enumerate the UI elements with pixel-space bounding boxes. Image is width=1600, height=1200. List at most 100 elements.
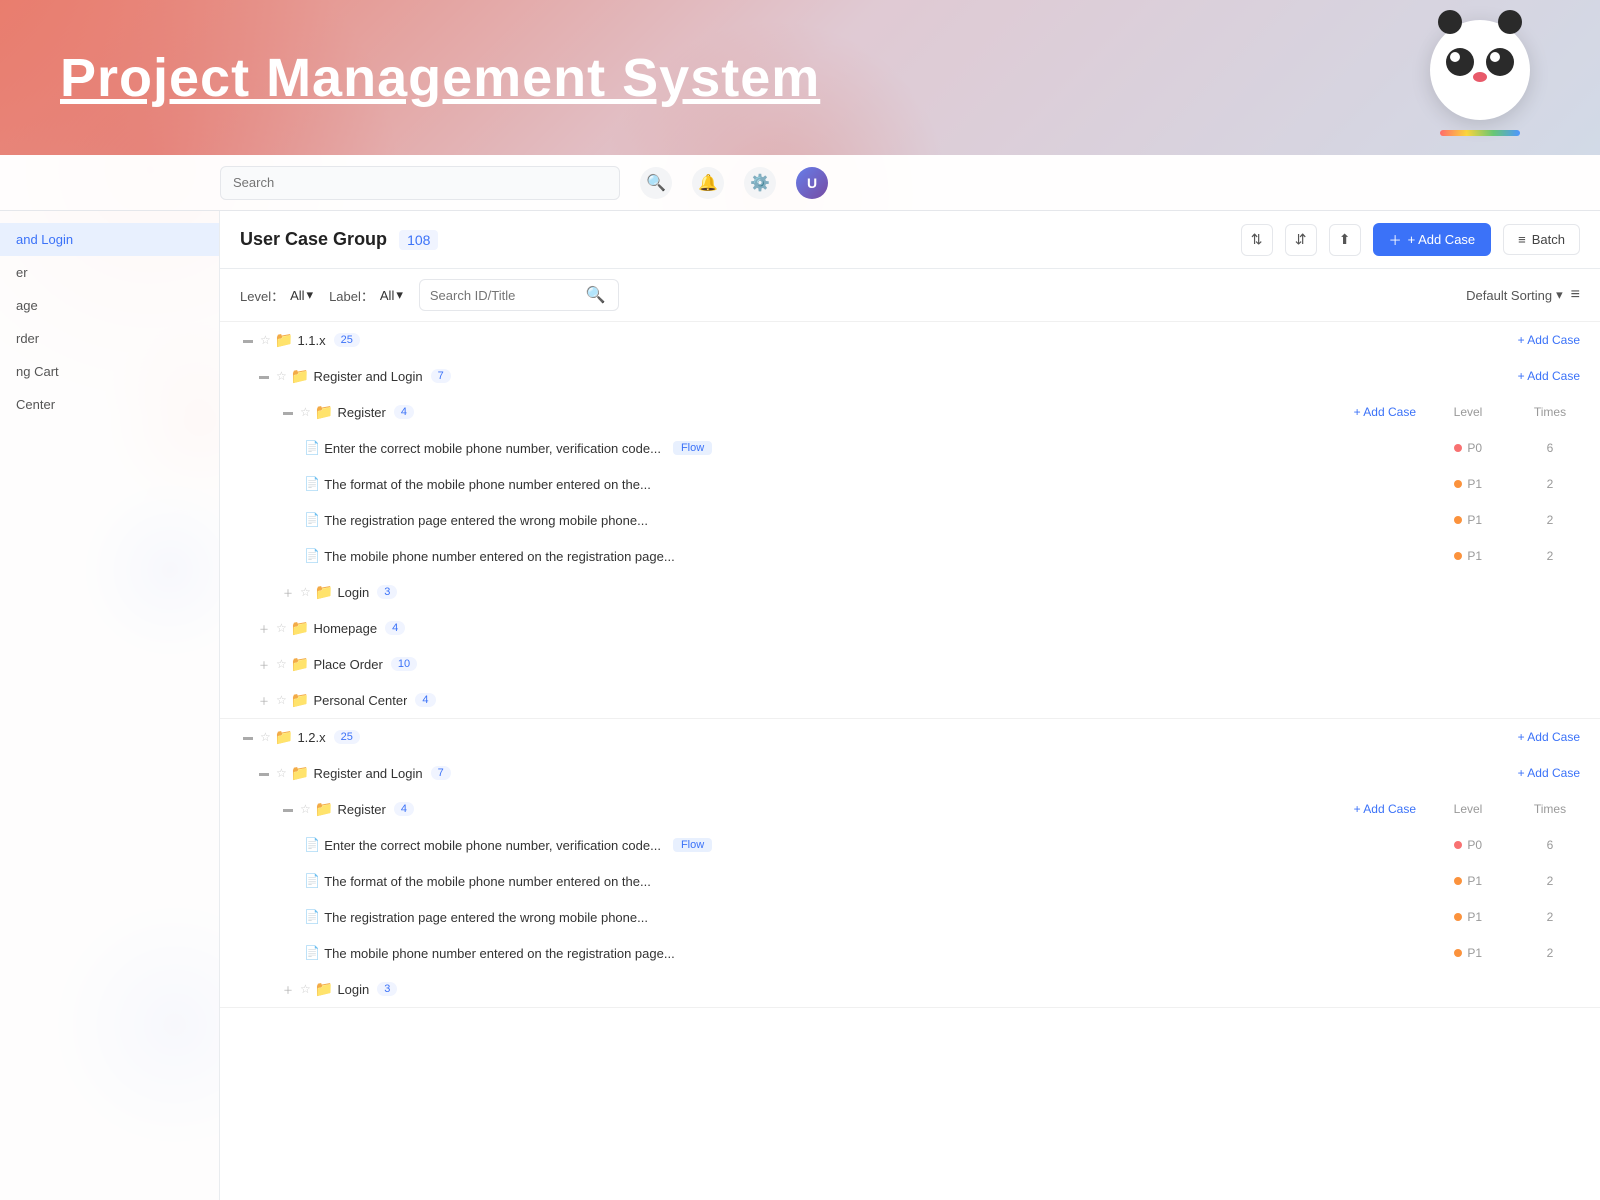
search-id-title-input[interactable] xyxy=(430,288,580,303)
add-case-rl2-btn[interactable]: + Add Case xyxy=(1518,766,1580,780)
level-filter: Level： All ▾ xyxy=(240,286,313,305)
case-label-7: The registration page entered the wrong … xyxy=(324,910,648,925)
priority-dot-4 xyxy=(1454,552,1462,560)
sidebar-item-2[interactable]: er xyxy=(0,256,219,289)
nav-search-input[interactable] xyxy=(220,166,620,200)
priority-dot-1 xyxy=(1454,444,1462,452)
login-label-1: Login xyxy=(337,585,369,600)
level-filter-select[interactable]: All ▾ xyxy=(290,287,313,303)
collapse-icon-2[interactable]: ▬ xyxy=(240,729,256,745)
file-icon-2: 📄 xyxy=(304,476,320,492)
collapse-all-button[interactable]: ⇅ xyxy=(1241,224,1273,256)
case-row-4[interactable]: 📄 The mobile phone number entered on the… xyxy=(220,538,1600,574)
file-icon-6: 📄 xyxy=(304,873,320,889)
personal-center-label-1: Personal Center xyxy=(313,693,407,708)
add-case-r-btn[interactable]: + Add Case xyxy=(1354,405,1416,419)
settings-icon[interactable]: ⚙️ xyxy=(744,167,776,199)
expand-icon-pc[interactable]: ＋ xyxy=(256,692,272,708)
register-row-1: ▬ ☆ 📁 Register 4 + Add Case Level Times xyxy=(220,394,1600,430)
priority-1: P0 xyxy=(1428,441,1508,455)
star-icon[interactable]: ☆ xyxy=(260,333,271,347)
expand-icon-hp[interactable]: ＋ xyxy=(256,620,272,636)
file-icon-4: 📄 xyxy=(304,548,320,564)
expand-all-button[interactable]: ⇵ xyxy=(1285,224,1317,256)
times-3: 2 xyxy=(1520,513,1580,527)
star-icon-r2[interactable]: ☆ xyxy=(300,802,311,816)
times-col-header: Times xyxy=(1520,405,1580,419)
sidebar-item-6[interactable]: Center xyxy=(0,388,219,421)
case-row-5[interactable]: 📄 Enter the correct mobile phone number,… xyxy=(220,827,1600,863)
register-label-1: Register xyxy=(337,405,385,420)
sidebar-item-3[interactable]: age xyxy=(0,289,219,322)
sort-label: Default Sorting xyxy=(1466,288,1552,303)
add-case-rl-btn[interactable]: + Add Case xyxy=(1518,369,1580,383)
case-row-7[interactable]: 📄 The registration page entered the wron… xyxy=(220,899,1600,935)
sort-lines-icon[interactable]: ≡ xyxy=(1571,286,1580,304)
priority-2: P1 xyxy=(1428,477,1508,491)
sidebar-item-label-4: rder xyxy=(16,331,39,346)
times-7: 2 xyxy=(1520,910,1580,924)
sidebar-item-label: and Login xyxy=(16,232,73,247)
file-icon-8: 📄 xyxy=(304,945,320,961)
notification-icon[interactable]: 🔔 xyxy=(692,167,724,199)
times-2: 2 xyxy=(1520,477,1580,491)
sidebar-item-label-6: Center xyxy=(16,397,55,412)
star-icon-login2[interactable]: ☆ xyxy=(300,982,311,996)
add-case-r2-btn[interactable]: + Add Case xyxy=(1354,802,1416,816)
star-icon-2[interactable]: ☆ xyxy=(260,730,271,744)
star-icon-login[interactable]: ☆ xyxy=(300,585,311,599)
folder-icon-2: 📁 xyxy=(275,728,294,746)
star-icon-hp[interactable]: ☆ xyxy=(276,621,287,635)
batch-icon: ≡ xyxy=(1518,232,1526,247)
expand-icon-login2[interactable]: ＋ xyxy=(280,981,296,997)
content-header: User Case Group 108 ⇅ ⇵ ⬆ ＋ + Add Case ≡… xyxy=(220,211,1600,269)
register-count-1: 4 xyxy=(394,405,414,419)
collapse-icon-r2[interactable]: ▬ xyxy=(280,801,296,817)
file-icon-3: 📄 xyxy=(304,512,320,528)
star-icon-po[interactable]: ☆ xyxy=(276,657,287,671)
add-case-inline-btn-2[interactable]: + Add Case xyxy=(1518,730,1580,744)
collapse-icon-rl2[interactable]: ▬ xyxy=(256,765,272,781)
place-order-label-1: Place Order xyxy=(313,657,382,672)
priority-8: P1 xyxy=(1428,946,1508,960)
star-icon-pc[interactable]: ☆ xyxy=(276,693,287,707)
batch-label: Batch xyxy=(1532,232,1565,247)
sidebar-item-register-login[interactable]: and Login xyxy=(0,223,219,256)
times-6: 2 xyxy=(1520,874,1580,888)
login-count-1: 3 xyxy=(377,585,397,599)
priority-dot-2 xyxy=(1454,480,1462,488)
case-row-1[interactable]: 📄 Enter the correct mobile phone number,… xyxy=(220,430,1600,466)
sidebar-item-4[interactable]: rder xyxy=(0,322,219,355)
user-avatar[interactable]: U xyxy=(796,167,828,199)
star-icon-rl[interactable]: ☆ xyxy=(276,369,287,383)
case-label-6: The format of the mobile phone number en… xyxy=(324,874,651,889)
export-button[interactable]: ⬆ xyxy=(1329,224,1361,256)
expand-icon-po[interactable]: ＋ xyxy=(256,656,272,672)
sort-control: Default Sorting ▾ ≡ xyxy=(1466,286,1580,304)
priority-dot-6 xyxy=(1454,877,1462,885)
add-case-inline-btn[interactable]: + Add Case xyxy=(1518,333,1580,347)
case-row-2[interactable]: 📄 The format of the mobile phone number … xyxy=(220,466,1600,502)
case-row-8[interactable]: 📄 The mobile phone number entered on the… xyxy=(220,935,1600,971)
expand-icon-login[interactable]: ＋ xyxy=(280,584,296,600)
collapse-icon[interactable]: ▬ xyxy=(240,332,256,348)
case-row-3[interactable]: 📄 The registration page entered the wron… xyxy=(220,502,1600,538)
case-label-3: The registration page entered the wrong … xyxy=(324,513,648,528)
sidebar: and Login er age rder ng Cart Center xyxy=(0,211,220,1200)
label-filter-select[interactable]: All ▾ xyxy=(380,287,403,303)
sort-button[interactable]: Default Sorting ▾ xyxy=(1466,287,1563,303)
add-case-button[interactable]: ＋ + Add Case xyxy=(1373,223,1492,256)
star-icon-r[interactable]: ☆ xyxy=(300,405,311,419)
sidebar-item-5[interactable]: ng Cart xyxy=(0,355,219,388)
collapse-icon-r[interactable]: ▬ xyxy=(280,404,296,420)
batch-button[interactable]: ≡ Batch xyxy=(1503,224,1580,255)
homepage-count-1: 4 xyxy=(385,621,405,635)
add-case-label: + Add Case xyxy=(1408,232,1476,247)
personal-center-count-1: 4 xyxy=(415,693,435,707)
panda-ear-right xyxy=(1498,10,1522,34)
collapse-icon-rl[interactable]: ▬ xyxy=(256,368,272,384)
search-nav-icon[interactable]: 🔍 xyxy=(640,167,672,199)
page-header: Project Management System xyxy=(0,0,1600,155)
star-icon-rl2[interactable]: ☆ xyxy=(276,766,287,780)
case-row-6[interactable]: 📄 The format of the mobile phone number … xyxy=(220,863,1600,899)
